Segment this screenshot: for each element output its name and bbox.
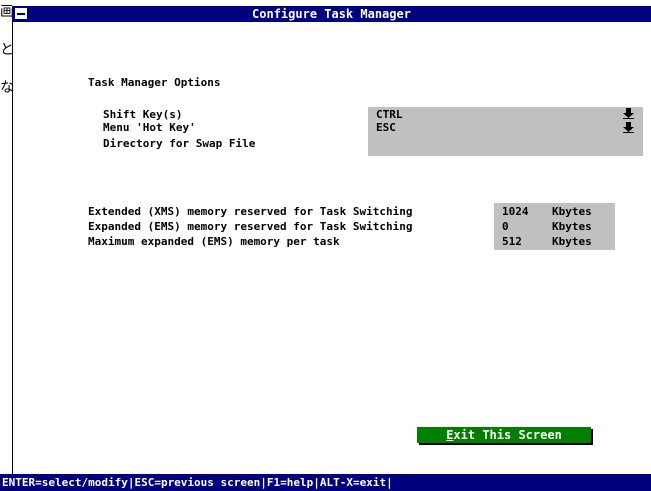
hot-key-dropdown-icon[interactable]	[623, 122, 634, 133]
options-heading: Task Manager Options	[88, 76, 221, 89]
cropped-glyph-3: な	[0, 80, 12, 96]
title-bar: Configure Task Manager	[12, 6, 651, 22]
ems-unit: Kbytes	[552, 220, 592, 233]
xms-value[interactable]: 1024	[502, 205, 529, 218]
hot-key-label: Menu 'Hot Key'	[103, 121, 196, 134]
window-title: Configure Task Manager	[252, 7, 411, 21]
cropped-glyph-1: 画	[0, 4, 12, 20]
exit-button-label: xit This Screen	[453, 428, 562, 442]
max-ems-unit: Kbytes	[552, 235, 592, 248]
ems-label: Expanded (EMS) memory reserved for Task …	[88, 220, 413, 233]
max-ems-value[interactable]: 512	[502, 235, 522, 248]
swap-dir-input[interactable]	[376, 137, 626, 150]
hot-key-value[interactable]: ESC	[376, 121, 396, 134]
max-ems-label: Maximum expanded (EMS) memory per task	[88, 235, 340, 248]
status-bar-text: ENTER=select/modify|ESC=previous screen|…	[2, 476, 393, 489]
shift-keys-value[interactable]: CTRL	[376, 108, 403, 121]
status-bar: ENTER=select/modify|ESC=previous screen|…	[0, 474, 651, 491]
window-border	[12, 22, 13, 474]
shift-keys-dropdown-icon[interactable]	[623, 108, 634, 119]
xms-label: Extended (XMS) memory reserved for Task …	[88, 205, 413, 218]
shift-keys-label: Shift Key(s)	[103, 108, 183, 121]
ems-value[interactable]: 0	[502, 220, 509, 233]
swap-dir-label: Directory for Swap File	[103, 137, 256, 150]
xms-unit: Kbytes	[552, 205, 592, 218]
cropped-glyph-2: と	[0, 42, 12, 58]
exit-screen-button[interactable]: Exit This Screen	[417, 427, 591, 443]
